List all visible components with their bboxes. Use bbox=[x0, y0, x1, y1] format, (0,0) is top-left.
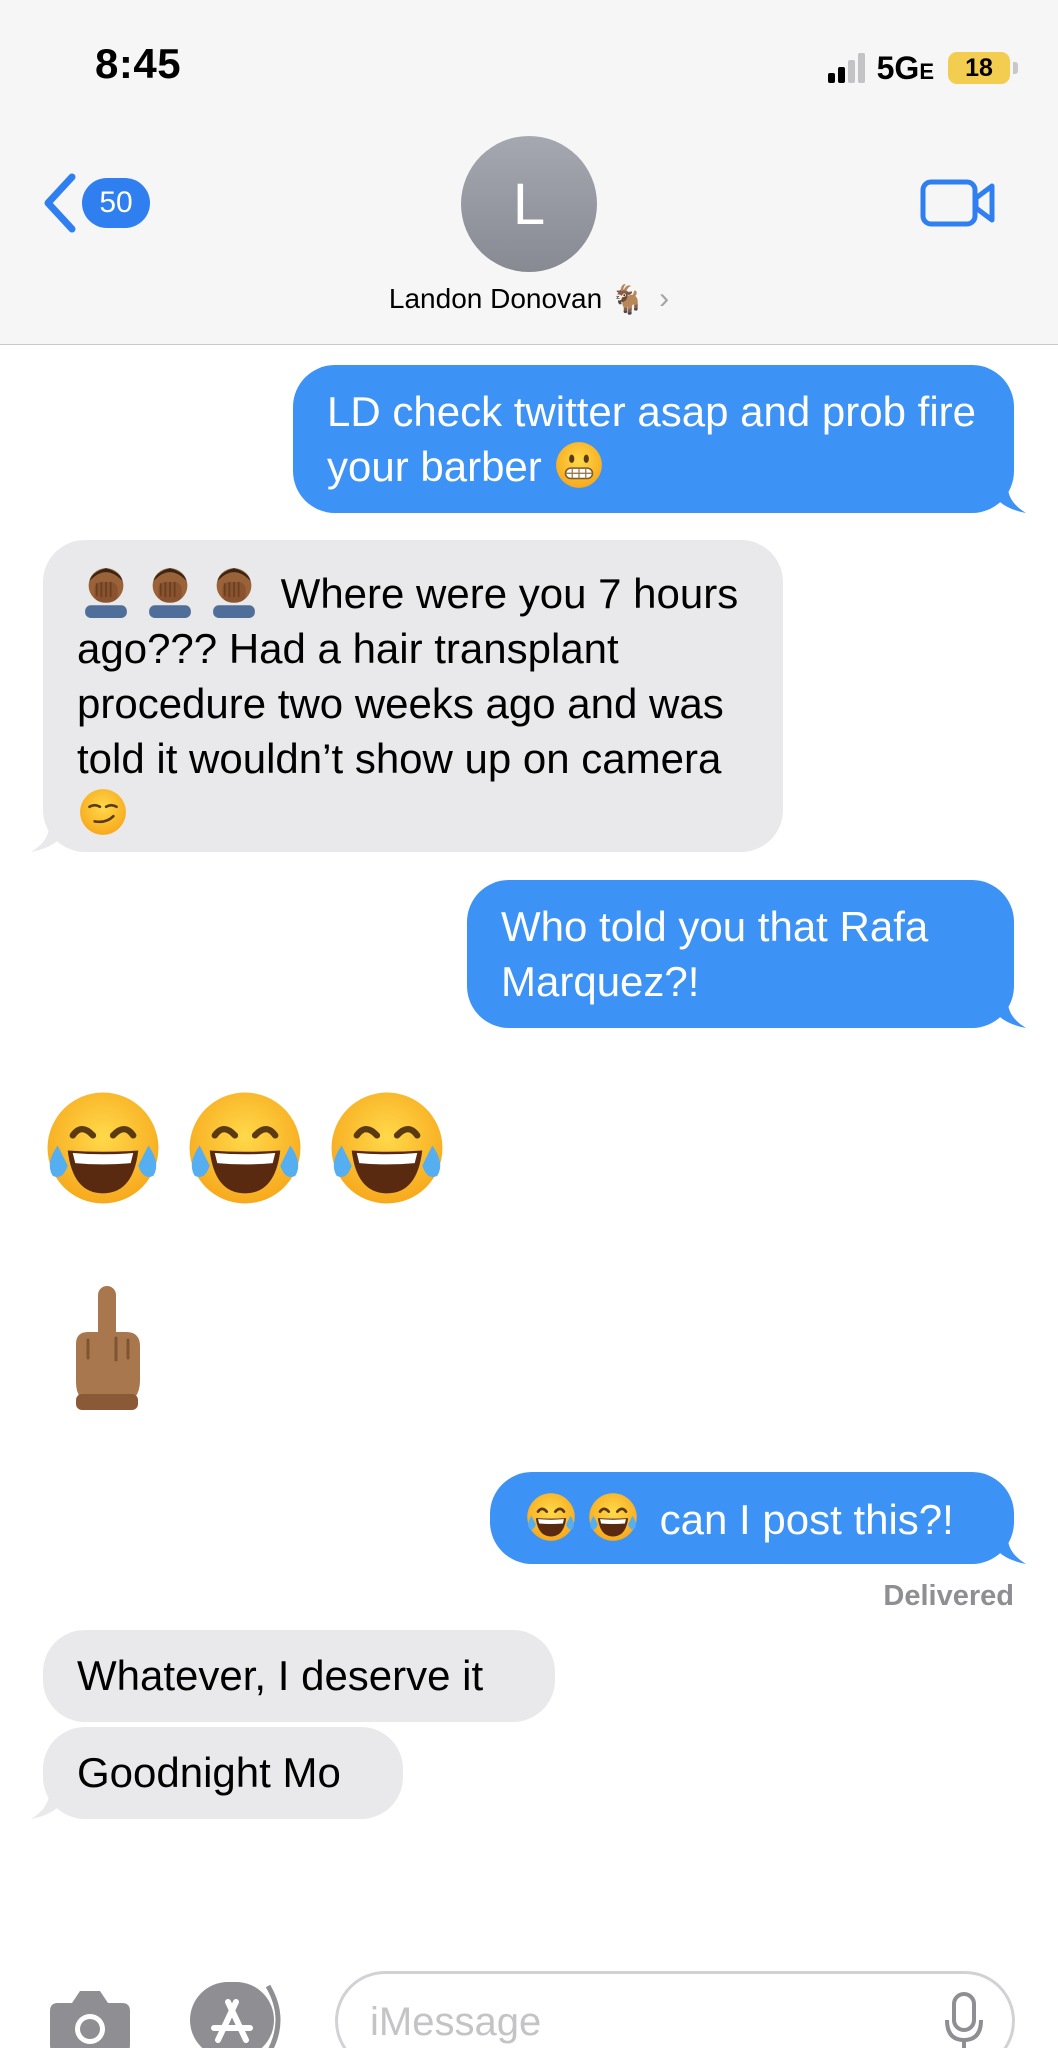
bubble-tail bbox=[988, 1534, 1026, 1564]
middle-finger-emoji[interactable] bbox=[62, 1282, 152, 1412]
message-bubble-incoming[interactable]: Where were you 7 hours ago??? Had a hair… bbox=[31, 540, 783, 852]
delivery-status: Delivered bbox=[883, 1580, 1014, 1612]
camera-button[interactable] bbox=[48, 1987, 132, 2048]
message-bubble-incoming[interactable]: Goodnight Mo bbox=[31, 1727, 403, 1819]
goat-emoji: 🐐 bbox=[610, 283, 646, 315]
message-compose-field[interactable] bbox=[335, 1971, 1015, 2048]
message-bubble-outgoing[interactable]: LD check twitter asap and prob fire your… bbox=[293, 365, 1026, 513]
message-text: LD check twitter asap and prob fire your… bbox=[327, 388, 976, 490]
bubble-tail bbox=[988, 483, 1026, 513]
unread-count-badge: 50 bbox=[82, 178, 150, 228]
tears-of-joy-emoji bbox=[40, 1085, 166, 1211]
grimacing-face-emoji bbox=[553, 439, 605, 491]
face-palm-emoji bbox=[205, 560, 263, 618]
battery-icon: 18 bbox=[948, 52, 1018, 84]
imessage-input[interactable] bbox=[370, 1996, 930, 2048]
contact-name-button[interactable]: Landon Donovan 🐐 › bbox=[0, 282, 1058, 316]
status-time: 8:45 bbox=[95, 40, 182, 87]
camera-icon bbox=[50, 1991, 130, 2048]
contact-avatar[interactable]: L bbox=[461, 136, 597, 272]
app-store-icon bbox=[190, 1982, 281, 2048]
dictation-button[interactable] bbox=[944, 1992, 984, 2048]
video-camera-icon bbox=[920, 179, 995, 227]
back-button[interactable]: 50 bbox=[42, 173, 150, 233]
tears-of-joy-emoji bbox=[182, 1085, 308, 1211]
network-type: 5GE bbox=[876, 49, 934, 86]
message-bubble-incoming[interactable]: Whatever, I deserve it bbox=[43, 1630, 555, 1722]
emoji-only-message[interactable] bbox=[40, 1085, 450, 1211]
conversation-header: 8:45 5GE 18 50 L Landon Donovan 🐐 › bbox=[0, 0, 1058, 345]
message-text: Whatever, I deserve it bbox=[77, 1652, 484, 1699]
bubble-tail bbox=[988, 998, 1026, 1028]
message-bubble-outgoing[interactable]: can I post this?! bbox=[490, 1472, 1026, 1564]
tears-of-joy-emoji bbox=[324, 1085, 450, 1211]
message-text: Who told you that Rafa Marquez?! bbox=[501, 903, 929, 1005]
bubble-tail bbox=[31, 822, 69, 852]
status-indicators: 5GE 18 bbox=[827, 49, 1018, 86]
message-text: Goodnight Mo bbox=[77, 1749, 341, 1796]
message-text: can I post this?! bbox=[659, 1496, 954, 1543]
contact-name: Landon Donovan bbox=[388, 283, 603, 314]
facetime-video-button[interactable] bbox=[920, 178, 996, 233]
tears-of-joy-emoji bbox=[586, 1490, 640, 1544]
chevron-left-icon bbox=[44, 173, 76, 233]
bubble-tail bbox=[31, 1789, 69, 1819]
microphone-icon bbox=[945, 1992, 983, 2048]
face-palm-emoji bbox=[141, 560, 199, 618]
smirking-face-emoji bbox=[77, 786, 129, 838]
chevron-right-icon: › bbox=[659, 282, 670, 315]
tears-of-joy-emoji bbox=[524, 1490, 578, 1544]
app-store-button[interactable] bbox=[188, 1980, 288, 2048]
message-bubble-outgoing[interactable]: Who told you that Rafa Marquez?! bbox=[467, 880, 1026, 1028]
cellular-signal-icon bbox=[827, 53, 865, 83]
face-palm-emoji bbox=[77, 560, 135, 618]
